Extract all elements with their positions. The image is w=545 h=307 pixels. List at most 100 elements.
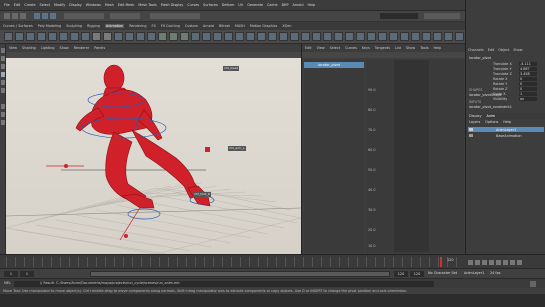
shelf-button-29-icon[interactable] — [312, 32, 321, 41]
shelf-button-28-icon[interactable] — [301, 32, 310, 41]
menu-surfaces[interactable]: Surfaces — [203, 3, 218, 7]
layer-menu-help[interactable]: Help — [503, 120, 511, 124]
shelf-button-37-icon[interactable] — [400, 32, 409, 41]
select-by-component-icon[interactable] — [50, 13, 56, 19]
shelf-tab-xgen[interactable]: XGen — [282, 24, 291, 28]
graph-menu-tools[interactable]: Tools — [420, 46, 428, 50]
graph-menu-keys[interactable]: Keys — [362, 46, 370, 50]
current-time-marker[interactable] — [440, 257, 442, 267]
layer-menu-layers[interactable]: Layers — [469, 120, 480, 124]
step-forward-frame-icon[interactable] — [503, 259, 508, 265]
viewport-menu-renderer[interactable]: Renderer — [74, 46, 89, 50]
layout-four-icon[interactable] — [1, 112, 5, 117]
shelf-button-31-icon[interactable] — [334, 32, 343, 41]
graph-menu-view[interactable]: View — [317, 46, 325, 50]
shelf-tab-rendering[interactable]: Rendering — [129, 24, 146, 28]
shelf-tab-sculpting[interactable]: Sculpting — [66, 24, 82, 28]
step-back-frame-icon[interactable] — [482, 259, 487, 265]
channel-tab-object[interactable]: Object — [498, 48, 509, 52]
go-to-start-icon[interactable] — [468, 259, 473, 265]
select-by-object-icon[interactable] — [42, 13, 48, 19]
graph-outliner[interactable]: locator_pivot — [304, 60, 364, 252]
shelf-button-39-icon[interactable] — [422, 32, 431, 41]
graph-editor-toolbar[interactable] — [302, 52, 466, 58]
menu-uv[interactable]: UV — [238, 3, 243, 7]
shelf-button-35-icon[interactable] — [378, 32, 387, 41]
shelf-tab-custom[interactable]: Custom — [185, 24, 198, 28]
channel-tab-edit[interactable]: Edit — [488, 48, 495, 52]
viewport-menu-panels[interactable]: Panels — [94, 46, 105, 50]
menu-arnold[interactable]: Arnold — [293, 3, 304, 7]
shelf-button-17-icon[interactable] — [180, 32, 189, 41]
menu-modify[interactable]: Modify — [54, 3, 65, 7]
graph-curve-area[interactable]: 90.0 80.0 70.0 60.0 50.0 40.0 30.0 20.0 … — [366, 60, 464, 252]
viewport-menu-show[interactable]: Show — [60, 46, 69, 50]
shelf-button-14-icon[interactable] — [147, 32, 156, 41]
step-back-key-icon[interactable] — [475, 259, 480, 265]
open-scene-icon[interactable] — [12, 13, 18, 19]
shelf-tab-animation[interactable]: Animation — [104, 24, 125, 28]
shelf-button-5-icon[interactable] — [48, 32, 57, 41]
shelf-button-21-icon[interactable] — [224, 32, 233, 41]
menu-select[interactable]: Select — [40, 3, 50, 7]
shelf-button-1-icon[interactable] — [4, 32, 13, 41]
quick-select-field[interactable] — [380, 13, 418, 19]
menu-edit-mesh[interactable]: Edit Mesh — [118, 3, 135, 7]
go-to-end-icon[interactable] — [517, 259, 522, 265]
graph-menu-edit[interactable]: Edit — [305, 46, 312, 50]
shelf-button-6-icon[interactable] — [59, 32, 68, 41]
layer-visibility-icon[interactable] — [469, 128, 473, 131]
range-end-field[interactable]: 120 — [394, 271, 408, 277]
move-tool-icon[interactable] — [1, 72, 5, 77]
select-by-hierarchy-icon[interactable] — [34, 13, 40, 19]
render-icons[interactable] — [150, 13, 200, 19]
menu-bhp[interactable]: BHP — [282, 3, 289, 7]
shelf-button-12-icon[interactable] — [125, 32, 134, 41]
range-start-field[interactable]: 1 — [20, 271, 34, 277]
viewport-menu-shading[interactable]: Shading — [22, 46, 36, 50]
graph-menu-curves[interactable]: Curves — [345, 46, 357, 50]
current-frame-field[interactable]: 120 — [447, 258, 453, 262]
shelf-tab-fx-caching[interactable]: FX Caching — [161, 24, 180, 28]
select-tool-icon[interactable] — [1, 48, 5, 53]
viewport-menu-lighting[interactable]: Lighting — [41, 46, 55, 50]
shelf-button-32-icon[interactable] — [345, 32, 354, 41]
shelf-button-26-icon[interactable] — [279, 32, 288, 41]
perspective-viewport[interactable]: ctrl_head ctrl_arm_L ctrl_foot_R — [6, 58, 301, 254]
shelf-button-8-icon[interactable] — [81, 32, 90, 41]
shelf-button-38-icon[interactable] — [411, 32, 420, 41]
shelf-tab-curves-surfaces[interactable]: Curves / Surfaces — [3, 24, 33, 28]
menu-cache[interactable]: Cache — [267, 3, 278, 7]
shelf-button-30-icon[interactable] — [323, 32, 332, 41]
menu-mesh[interactable]: Mesh — [105, 3, 114, 7]
layer-tab-anim[interactable]: Anim — [487, 114, 496, 118]
graph-menu-tangents[interactable]: Tangents — [375, 46, 390, 50]
fps-select[interactable]: 24 fps — [490, 271, 501, 275]
shelf-button-23-icon[interactable] — [246, 32, 255, 41]
shelf-button-16-icon[interactable] — [169, 32, 178, 41]
shelf-button-15-icon[interactable] — [158, 32, 167, 41]
shelf-button-20-icon[interactable] — [213, 32, 222, 41]
shelf-button-18-icon[interactable] — [191, 32, 200, 41]
menu-windows[interactable]: Windows — [86, 3, 101, 7]
time-ruler[interactable] — [6, 257, 464, 267]
shelf-button-22-icon[interactable] — [235, 32, 244, 41]
menu-generate[interactable]: Generate — [247, 3, 263, 7]
lasso-tool-icon[interactable] — [1, 56, 5, 61]
menu-mesh-tools[interactable]: Mesh Tools — [138, 3, 156, 7]
graph-menu-help[interactable]: Help — [433, 46, 441, 50]
start-time-field[interactable]: 1 — [4, 271, 18, 277]
shelf-button-9-icon[interactable] — [92, 32, 101, 41]
shelf-button-34-icon[interactable] — [367, 32, 376, 41]
shelf-tab-poly-modeling[interactable]: Poly Modeling — [38, 24, 61, 28]
anim-layer-select[interactable]: AnimLayer1 — [464, 271, 484, 275]
end-time-field[interactable]: 120 — [410, 271, 424, 277]
time-slider[interactable]: 120 — [0, 254, 545, 268]
step-forward-key-icon[interactable] — [510, 259, 515, 265]
layer-visibility-icon[interactable] — [469, 134, 473, 137]
shelf-button-40-icon[interactable] — [433, 32, 442, 41]
graph-menu-select[interactable]: Select — [330, 46, 340, 50]
channel-tab-channels[interactable]: Channels — [468, 48, 484, 52]
shelf-button-42-icon[interactable] — [455, 32, 464, 41]
menu-help[interactable]: Help — [307, 3, 315, 7]
